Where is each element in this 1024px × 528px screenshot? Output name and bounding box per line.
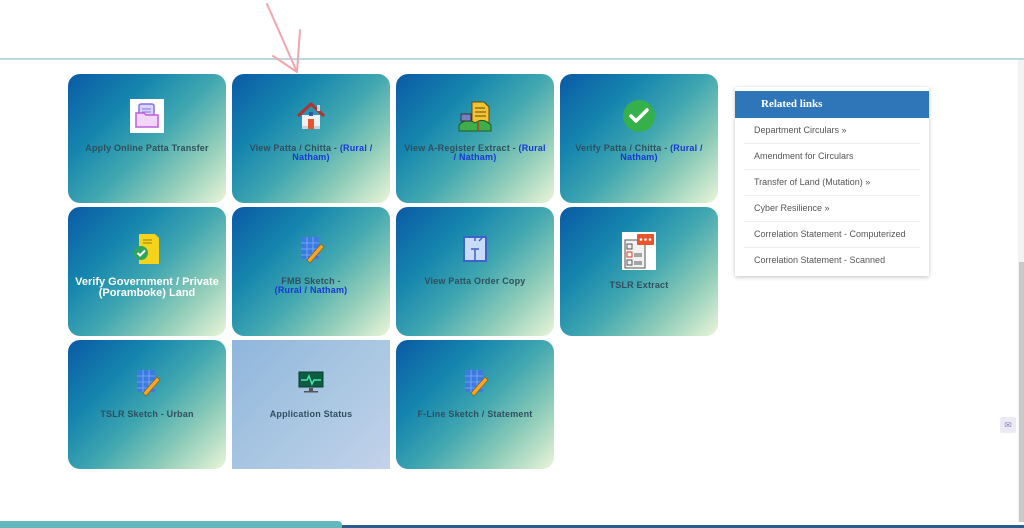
- page-header-area: [0, 0, 1024, 58]
- sketch-ruler-icon: [294, 232, 328, 266]
- tile-label: Apply Online Patta Transfer: [85, 143, 209, 153]
- tile-apply-online-patta-transfer[interactable]: Apply Online Patta Transfer: [68, 74, 226, 203]
- tile-verify-government-private-land[interactable]: Verify Government / Private (Poramboke) …: [68, 207, 226, 336]
- tile-f-line-sketch-statement[interactable]: F-Line Sketch / Statement: [396, 340, 554, 469]
- tile-label: View Patta / Chitta - (Rural / Natham): [249, 143, 373, 162]
- related-link-cyber-resilience[interactable]: Cyber Resilience »: [744, 196, 920, 222]
- monitor-pulse-icon: [294, 365, 328, 399]
- check-circle-icon: [622, 99, 656, 133]
- related-links-panel: Related links Department Circulars » Ame…: [735, 87, 929, 276]
- related-link-amendment-for-circulars[interactable]: Amendment for Circulars: [744, 144, 920, 170]
- related-link-department-circulars[interactable]: Department Circulars »: [744, 118, 920, 144]
- tile-tslr-extract[interactable]: TSLR Extract: [560, 207, 718, 336]
- related-link-transfer-of-land[interactable]: Transfer of Land (Mutation) »: [744, 170, 920, 196]
- tile-view-patta-chitta[interactable]: View Patta / Chitta - (Rural / Natham): [232, 74, 390, 203]
- browser-status-bar: [0, 521, 342, 528]
- related-link-correlation-computerized[interactable]: Correlation Statement - Computerized: [744, 222, 920, 248]
- verified-document-icon: [130, 232, 164, 266]
- header-divider: [0, 58, 1024, 60]
- tile-label: View A-Register Extract - (Rural / Natha…: [404, 143, 546, 162]
- tile-label: Application Status: [269, 409, 353, 419]
- tile-tslr-sketch-urban[interactable]: TSLR Sketch - Urban: [68, 340, 226, 469]
- sketch-ruler-icon: [130, 365, 164, 399]
- tile-view-a-register-extract[interactable]: View A-Register Extract - (Rural / Natha…: [396, 74, 554, 203]
- related-link-correlation-scanned[interactable]: Correlation Statement - Scanned: [744, 248, 920, 273]
- land-register-icon: [458, 99, 492, 133]
- tile-label: View Patta Order Copy: [424, 276, 526, 286]
- tile-label: F-Line Sketch / Statement: [417, 409, 533, 419]
- tile-fmb-sketch[interactable]: FMB Sketch - (Rural / Natham): [232, 207, 390, 336]
- tile-view-patta-order-copy[interactable]: View Patta Order Copy: [396, 207, 554, 336]
- tile-label: TSLR Extract: [609, 280, 669, 290]
- tile-verify-patta-chitta[interactable]: Verify Patta / Chitta - (Rural / Natham): [560, 74, 718, 203]
- scrollbar-thumb[interactable]: [1019, 262, 1024, 522]
- sketch-ruler-icon: [458, 365, 492, 399]
- tile-label: Verify Patta / Chitta - (Rural / Natham): [575, 143, 703, 162]
- floor-plan-icon: [458, 232, 492, 266]
- house-icon: [294, 99, 328, 133]
- tile-application-status[interactable]: Application Status: [232, 340, 390, 469]
- tile-label: TSLR Sketch - Urban: [100, 409, 194, 419]
- tile-label: FMB Sketch - (Rural / Natham): [274, 276, 348, 295]
- tile-label: Verify Government / Private (Poramboke) …: [75, 276, 219, 299]
- related-links-title: Related links: [735, 91, 929, 118]
- mail-icon[interactable]: ✉: [1000, 417, 1016, 433]
- checklist-icon: [622, 232, 656, 270]
- folder-document-icon: [130, 99, 164, 133]
